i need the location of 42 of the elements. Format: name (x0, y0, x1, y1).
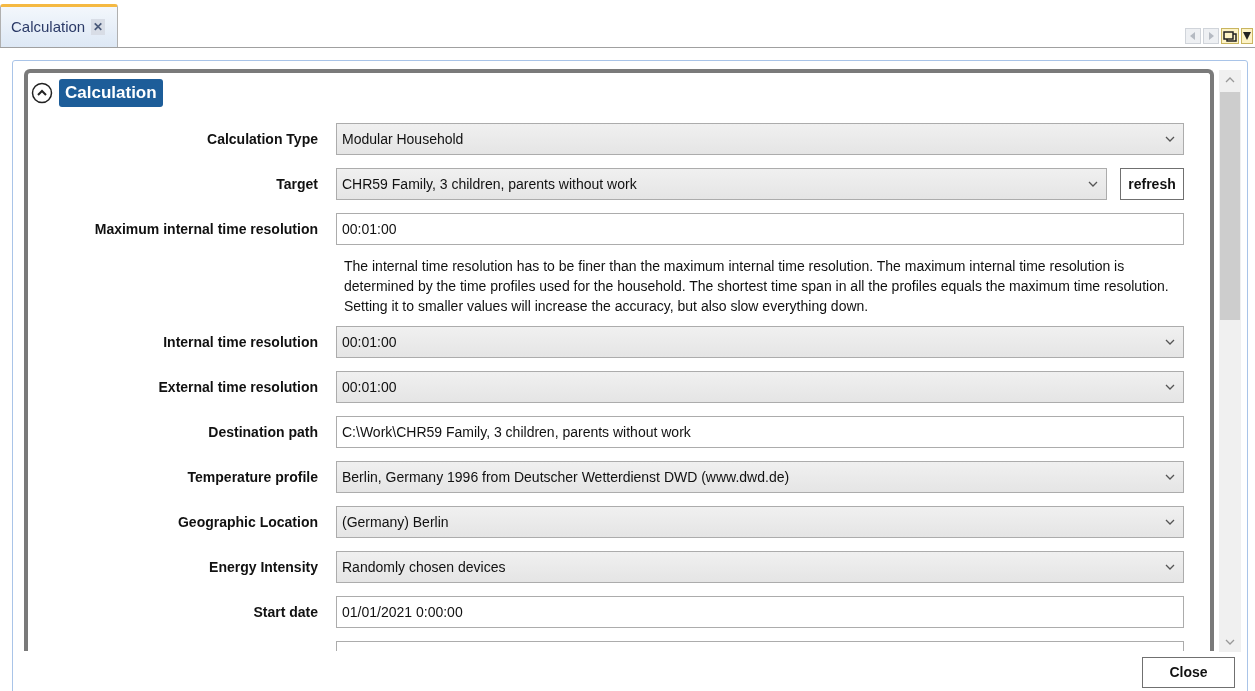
chevron-down-icon (1088, 181, 1098, 187)
chevron-down-icon (1165, 564, 1175, 570)
field-label: Temperature profile (186, 467, 319, 487)
field-label: Geographic Location (177, 512, 319, 532)
dropdown[interactable]: Berlin, Germany 1996 from Deutscher Wetterdienst DWD (www.dwd.de) (336, 461, 1184, 493)
dropdown[interactable]: Randomly chosen devices (336, 551, 1184, 583)
dropdown[interactable]: Modular Household (336, 123, 1184, 155)
collapse-icon[interactable] (31, 81, 53, 104)
document-tab[interactable]: Calculation ✕ (0, 4, 118, 47)
chevron-down-icon (1165, 384, 1175, 390)
dropdown[interactable]: 00:01:00 (336, 326, 1184, 358)
field-label: Start date (252, 602, 319, 622)
field-label: Destination path (207, 422, 319, 442)
dropdown[interactable]: (Germany) Berlin (336, 506, 1184, 538)
field-label: Maximum internal time resolution (93, 219, 319, 239)
help-text: The internal time resolution has to be finer than the maximum internal time resolution. The maximum internal time resolution is determined by the time profiles used for the household. The shortest time span in all the profiles equals the maximum time resolution. Setting it to smaller values will increase the accuracy, but also slow everything down. (343, 256, 1170, 316)
close-tab-button[interactable]: ✕ (91, 19, 106, 35)
field-label: Internal time resolution (162, 332, 319, 352)
dropdown[interactable]: 00:01:00 (336, 371, 1184, 403)
close-button[interactable]: Close (1142, 657, 1235, 688)
field-label: External time resolution (157, 377, 319, 397)
scroll-down-icon[interactable] (1225, 638, 1235, 646)
chevron-down-icon (1165, 474, 1175, 480)
dropdown-icon[interactable] (1241, 28, 1253, 44)
scrollbar[interactable] (1219, 70, 1241, 652)
chevron-down-icon (1165, 519, 1175, 525)
chevron-down-icon (1165, 136, 1175, 142)
field-label: Energy Intensity (208, 557, 319, 577)
scroll-left-icon[interactable] (1185, 28, 1201, 44)
section-title: Calculation (59, 79, 163, 107)
field-label: Calculation Type (206, 129, 319, 149)
scroll-up-icon[interactable] (1225, 76, 1235, 84)
input-field[interactable]: 00:01:00 (336, 213, 1184, 245)
dropdown[interactable]: CHR59 Family, 3 children, parents without work (336, 168, 1107, 200)
input-field[interactable]: C:\Work\CHR59 Family, 3 children, parents without work (336, 416, 1184, 448)
refresh-button[interactable]: refresh (1120, 168, 1184, 200)
field-label: Target (275, 174, 319, 194)
windows-icon[interactable] (1221, 28, 1239, 44)
tab-label: Calculation (11, 16, 86, 37)
chevron-down-icon (1165, 339, 1175, 345)
scrollbar-thumb[interactable] (1220, 92, 1240, 320)
input-field[interactable]: 01/01/2021 0:00:00 (336, 596, 1184, 628)
